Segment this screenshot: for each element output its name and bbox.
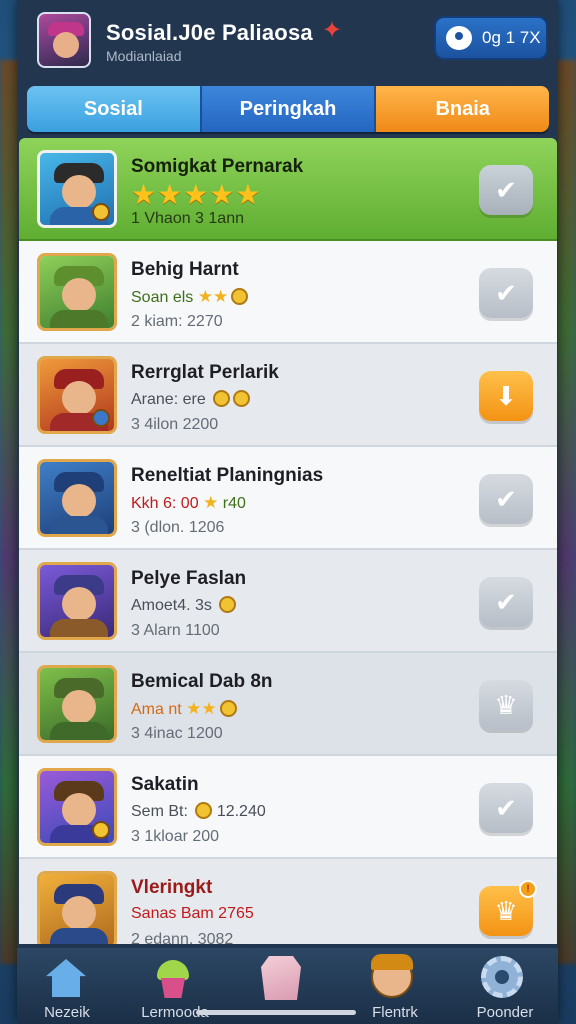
player-info: Arane: ere bbox=[131, 390, 251, 409]
nav-item-home[interactable]: Nezeik bbox=[17, 948, 117, 1024]
player-info: Amoet4. 3s bbox=[131, 596, 237, 615]
player-portrait bbox=[37, 356, 117, 434]
check-badge-icon[interactable]: ✔ bbox=[479, 577, 533, 627]
player-meta: 3 (dlon. 1206 bbox=[131, 519, 225, 536]
player-portrait bbox=[37, 665, 117, 743]
list-item[interactable]: Pelye Faslan Amoet4. 3s 3 Alarn 1100 ✔ bbox=[19, 550, 557, 653]
player-name: Vleringkt bbox=[131, 877, 213, 898]
arrow-down-icon[interactable]: ⬇ bbox=[479, 371, 533, 421]
player-name: Sakatin bbox=[131, 774, 199, 795]
check-badge-icon[interactable]: ✔ bbox=[479, 165, 533, 215]
nav-label: Nezeik bbox=[44, 1004, 90, 1021]
player-name: Reneltiat Planingnias bbox=[131, 465, 324, 486]
nav-label: Poonder bbox=[476, 1004, 534, 1021]
player-meta: 3 4ilon 2200 bbox=[131, 416, 219, 433]
coin-icon bbox=[233, 390, 251, 407]
list-item[interactable]: Somigkat Pernarak ★★★★★ 1 Vhaon 3 1ann ✔ bbox=[19, 138, 557, 241]
star-rating: ★★★★★ bbox=[131, 179, 262, 210]
coin-icon bbox=[219, 700, 237, 717]
player-meta: 3 Alarn 1100 bbox=[131, 622, 220, 639]
nav-item-poonder[interactable]: Poonder bbox=[455, 948, 555, 1024]
player-avatar[interactable] bbox=[37, 12, 91, 68]
crown-badge-icon[interactable]: ♛ bbox=[479, 680, 533, 730]
star-badge-icon: ✦ bbox=[322, 17, 343, 44]
player-meta: 3 1kloar 200 bbox=[131, 828, 220, 845]
notification-dot: ! bbox=[519, 880, 537, 898]
list-item[interactable]: Behig Harnt Soan els ★★ 2 kiam: 2270 ✔ bbox=[19, 241, 557, 344]
player-portrait bbox=[37, 871, 117, 944]
nav-item-flentrk[interactable]: Flentrk bbox=[345, 948, 445, 1024]
tab-bar: Sosial Peringkah Bnaia bbox=[27, 86, 549, 132]
list-item[interactable]: Sakatin Sem Bt: 12.240 3 1kloar 200 ✔ bbox=[19, 756, 557, 859]
player-meta: 2 kiam: 2270 bbox=[131, 313, 223, 330]
list-item[interactable]: Rerrglat Perlarik Arane: ere 3 4ilon 220… bbox=[19, 344, 557, 447]
gear-icon bbox=[481, 956, 523, 998]
list-item[interactable]: Reneltiat Planingnias Kkh 6: 00 ★ r40 3 … bbox=[19, 447, 557, 550]
chat-button-label: 0g 1 7X bbox=[482, 28, 541, 47]
list-item[interactable]: Bemical Dab 8n Ama nt ★★ 3 4inac 1200 ♛ bbox=[19, 653, 557, 756]
player-name: Somigkat Pernarak bbox=[131, 156, 304, 177]
hero-icon bbox=[371, 954, 413, 998]
player-portrait bbox=[37, 253, 117, 331]
gem-icon bbox=[261, 956, 301, 1000]
check-badge-icon[interactable]: ✔ bbox=[479, 268, 533, 318]
coin-icon bbox=[195, 802, 213, 819]
home-icon bbox=[46, 959, 86, 997]
page-title: Sosial.J0e Paliaosa bbox=[106, 20, 313, 45]
player-name: Pelye Faslan bbox=[131, 568, 247, 589]
player-info: Sem Bt: 12.240 bbox=[131, 802, 266, 820]
player-name: Behig Harnt bbox=[131, 259, 239, 280]
player-name: Rerrglat Perlarik bbox=[131, 362, 279, 383]
player-portrait bbox=[37, 768, 117, 846]
cupcake-icon bbox=[155, 960, 191, 998]
coin-icon bbox=[231, 288, 249, 305]
list-item[interactable]: Vleringkt Sanas Bam 2765 2 edann. 3082 ♛… bbox=[19, 859, 557, 944]
page-subtitle: Modianlaiad bbox=[106, 48, 182, 64]
coin-icon bbox=[219, 596, 237, 613]
player-meta: 2 edann. 3082 bbox=[131, 931, 234, 944]
social-panel: Sosial.J0e Paliaosa Modianlaiad ✦ 0g 1 7… bbox=[17, 0, 558, 1024]
player-info: Kkh 6: 00 ★ r40 bbox=[131, 493, 246, 512]
player-meta: 3 4inac 1200 bbox=[131, 725, 223, 742]
player-meta: 1 Vhaon 3 1ann bbox=[131, 210, 244, 227]
crown-badge-icon[interactable]: ♛! bbox=[479, 880, 537, 936]
player-name: Bemical Dab 8n bbox=[131, 671, 273, 692]
player-portrait bbox=[37, 562, 117, 640]
home-indicator bbox=[196, 1010, 356, 1015]
player-portrait bbox=[37, 459, 117, 537]
tab-bnaia[interactable]: Bnaia bbox=[376, 86, 549, 132]
chat-bubble-icon bbox=[446, 26, 472, 50]
panel-header: Sosial.J0e Paliaosa Modianlaiad ✦ 0g 1 7… bbox=[17, 0, 558, 80]
chat-button[interactable]: 0g 1 7X bbox=[434, 16, 548, 60]
tab-sosial[interactable]: Sosial bbox=[27, 86, 200, 132]
coin-icon bbox=[213, 390, 231, 407]
check-badge-icon[interactable]: ✔ bbox=[479, 474, 533, 524]
check-badge-icon[interactable]: ✔ bbox=[479, 783, 533, 833]
player-info: Ama nt ★★ bbox=[131, 699, 237, 719]
nav-label: Flentrk bbox=[372, 1004, 418, 1021]
tab-peringkah[interactable]: Peringkah bbox=[199, 86, 377, 132]
player-list: Somigkat Pernarak ★★★★★ 1 Vhaon 3 1ann ✔… bbox=[19, 138, 557, 944]
player-info: Sanas Bam 2765 bbox=[131, 905, 254, 922]
player-info: Soan els ★★ bbox=[131, 287, 249, 307]
player-portrait bbox=[37, 150, 117, 228]
